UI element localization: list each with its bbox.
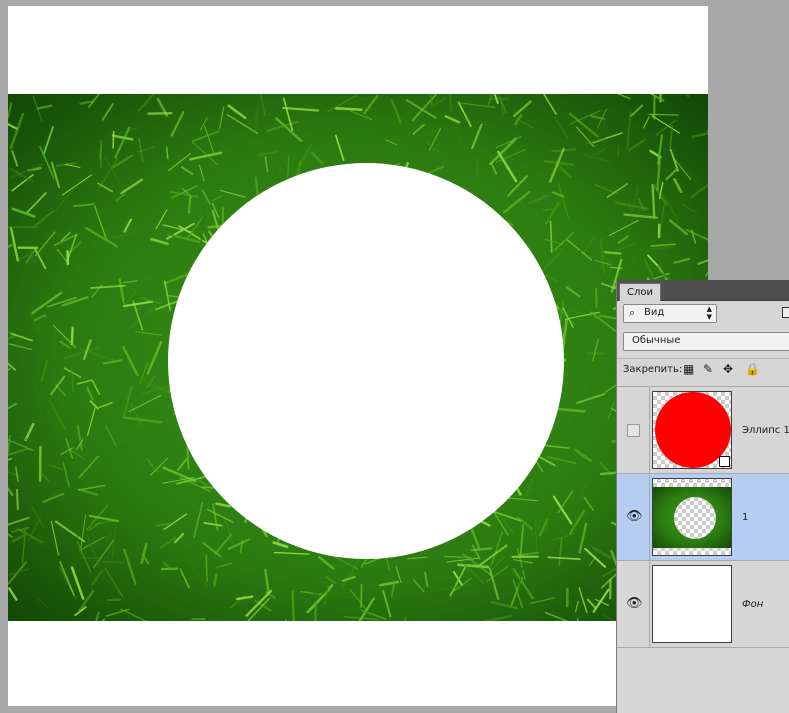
visibility-off-box[interactable]: [627, 424, 640, 437]
layer-thumbnail: [652, 565, 732, 643]
layer-row-background[interactable]: 👁 Фон: [617, 560, 789, 647]
chevron-updown-icon: ▲ ▼: [706, 305, 712, 321]
layer-row-1[interactable]: 👁 1: [617, 473, 789, 560]
eye-icon[interactable]: 👁: [626, 510, 643, 523]
filter-kind-label: Вид: [644, 307, 665, 318]
panel-divider: [617, 358, 789, 359]
layer-filter-select[interactable]: ⌕ Вид ▲ ▼: [623, 304, 717, 323]
visibility-toggle[interactable]: 👁: [617, 561, 650, 647]
layer-thumbnail: [652, 391, 732, 469]
lock-position-icon[interactable]: ✥: [723, 362, 733, 376]
lock-row: Закрепить: ▦ ✎ ✥ 🔒: [623, 362, 789, 378]
panel-tab-bar: Слои: [617, 280, 789, 301]
lock-label: Закрепить:: [623, 364, 683, 375]
transparent-hole-thumbnail: [674, 497, 716, 539]
layer-filter-row: ⌕ Вид ▲ ▼: [623, 304, 789, 324]
layer-name[interactable]: Фон: [742, 599, 763, 610]
layers-panel: Слои ⌕ Вид ▲ ▼ Обычные Закрепить: ▦ ✎ ✥ 🔒…: [616, 280, 789, 713]
tab-layers[interactable]: Слои: [619, 283, 661, 301]
lock-all-icon[interactable]: 🔒: [745, 362, 760, 376]
blend-mode-row: Обычные: [623, 332, 789, 352]
layer-row-ellipse[interactable]: Эллипс 1: [617, 386, 789, 473]
filter-image-icon[interactable]: [782, 307, 789, 318]
layer-name[interactable]: Эллипс 1: [742, 425, 789, 436]
blend-mode-select[interactable]: Обычные: [623, 332, 789, 351]
panel-divider: [617, 647, 789, 648]
grass-photo: [8, 94, 708, 621]
document-canvas[interactable]: [8, 6, 708, 706]
eye-icon[interactable]: 👁: [626, 597, 643, 610]
blend-mode-value: Обычные: [632, 335, 681, 346]
grass-thumbnail: [653, 487, 731, 548]
layer-name[interactable]: 1: [742, 512, 748, 523]
lock-transparent-pixels-icon[interactable]: ▦: [683, 362, 694, 376]
vector-shape-icon: [719, 456, 730, 467]
lock-image-pixels-icon[interactable]: ✎: [703, 362, 713, 376]
layer-thumbnail: [652, 478, 732, 556]
visibility-toggle[interactable]: 👁: [617, 474, 650, 560]
visibility-toggle[interactable]: [617, 387, 650, 473]
search-icon: ⌕: [629, 306, 636, 319]
circular-cutout: [168, 163, 564, 559]
